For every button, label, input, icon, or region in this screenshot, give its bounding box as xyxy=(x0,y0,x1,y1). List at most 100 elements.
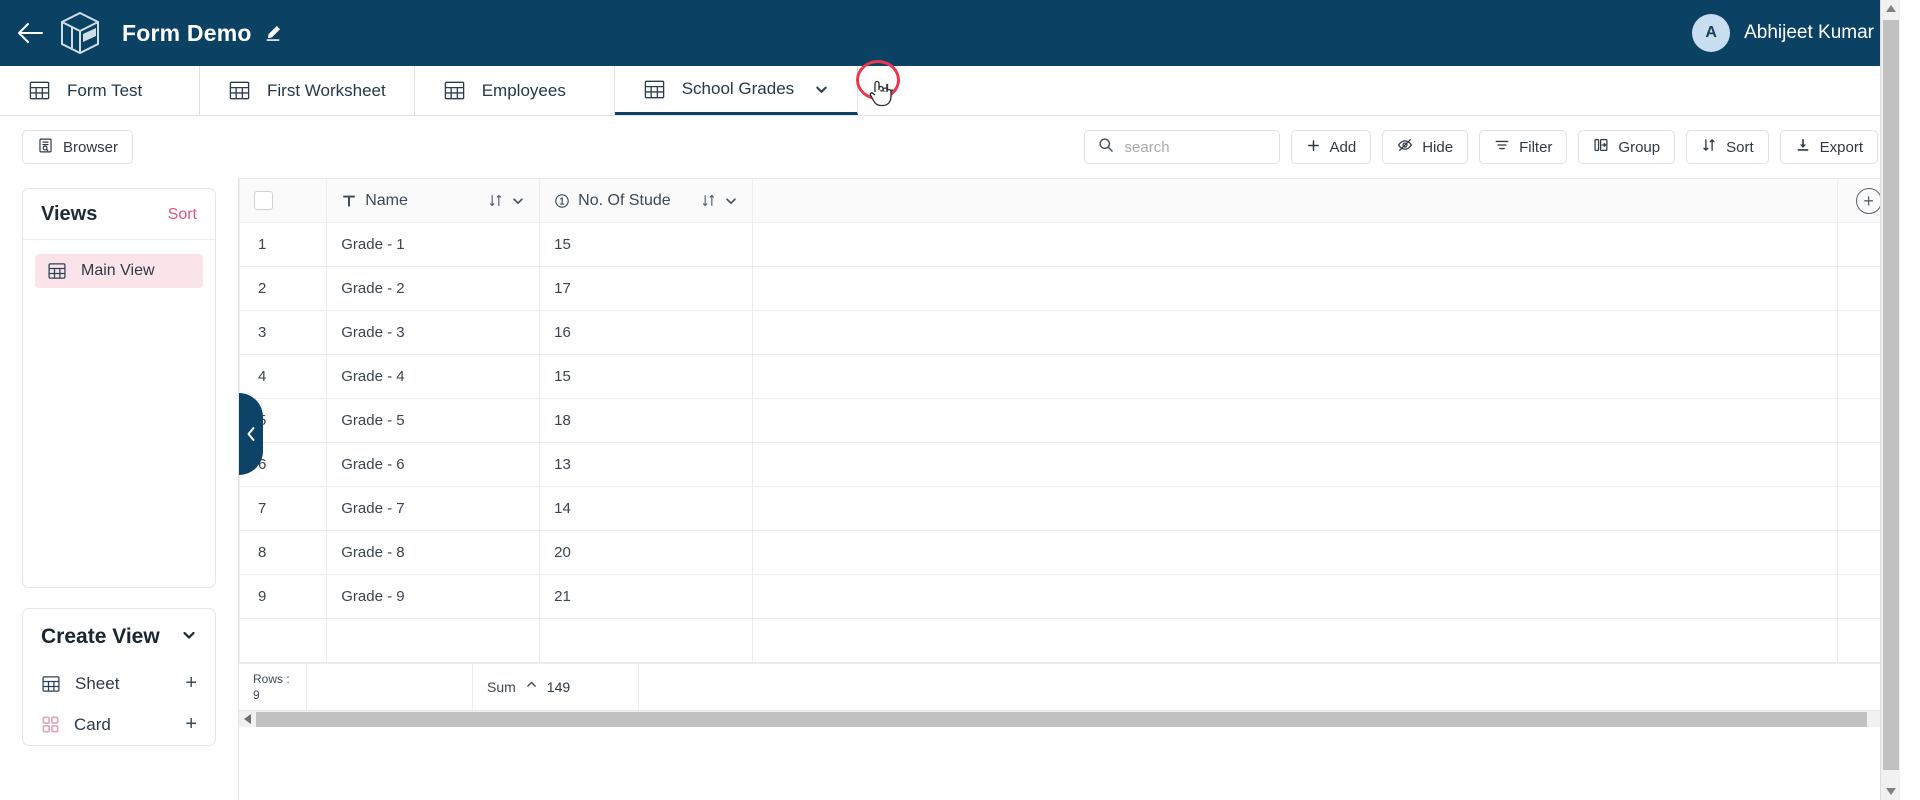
chevron-down-icon[interactable] xyxy=(181,627,197,648)
grid-horizontal-scrollbar[interactable] xyxy=(239,710,1900,727)
chevron-left-icon xyxy=(247,427,255,441)
row-index: 4 xyxy=(238,354,328,399)
summary-name-cell[interactable] xyxy=(307,664,473,710)
cell-blank[interactable] xyxy=(752,222,1839,267)
column-menu-chevron-down-icon[interactable] xyxy=(511,194,525,208)
cell-name[interactable]: Grade - 4 xyxy=(326,354,541,399)
data-grid-table: Name No. Of Stude + 1 Grade - 1 15 2 Gra… xyxy=(238,178,1900,663)
chevron-up-icon[interactable] xyxy=(525,678,538,696)
table-row[interactable]: 4 Grade - 4 15 xyxy=(238,354,1900,399)
cell-blank[interactable] xyxy=(752,354,1839,399)
edit-title-button[interactable] xyxy=(264,24,282,42)
select-all-checkbox[interactable] xyxy=(254,191,273,210)
hide-button[interactable]: Hide xyxy=(1382,130,1469,164)
cell-number[interactable]: 15 xyxy=(539,354,754,399)
sort-updown-icon[interactable] xyxy=(488,193,503,208)
scroll-left-arrow-icon[interactable] xyxy=(239,711,256,728)
vscroll-thumb[interactable] xyxy=(1883,20,1899,770)
cell-blank[interactable] xyxy=(752,574,1839,619)
card-grid-icon xyxy=(41,715,60,734)
column-header-name[interactable]: Name xyxy=(326,178,541,223)
cell-name[interactable]: Grade - 7 xyxy=(326,486,541,531)
add-button[interactable]: Add xyxy=(1290,130,1372,164)
tab-employees[interactable]: Employees xyxy=(414,66,615,115)
hscroll-track[interactable] xyxy=(256,711,1883,728)
tab-menu-chevron-down-icon[interactable] xyxy=(814,82,829,97)
pencil-icon xyxy=(266,25,280,41)
column-menu-chevron-down-icon[interactable] xyxy=(724,194,738,208)
user-menu[interactable]: A Abhijeet Kumar xyxy=(1692,14,1874,52)
search-input[interactable] xyxy=(1124,138,1266,156)
filler-cell xyxy=(238,618,328,663)
views-sort-link[interactable]: Sort xyxy=(168,206,197,224)
cell-number[interactable]: 21 xyxy=(539,574,754,619)
scroll-up-arrow-icon[interactable] xyxy=(1881,0,1900,18)
filter-button[interactable]: Filter xyxy=(1479,130,1568,164)
scroll-down-arrow-icon[interactable] xyxy=(1881,782,1900,800)
add-column-icon[interactable]: + xyxy=(1855,187,1882,214)
cell-number[interactable]: 13 xyxy=(539,442,754,487)
tab-school-grades[interactable]: School Grades xyxy=(614,66,859,115)
hide-button-label: Hide xyxy=(1422,138,1454,156)
tab-first-worksheet[interactable]: First Worksheet xyxy=(200,66,415,115)
sort-button[interactable]: Sort xyxy=(1686,130,1769,164)
cell-number[interactable]: 15 xyxy=(539,222,754,267)
group-button[interactable]: Group xyxy=(1578,130,1676,164)
cell-blank[interactable] xyxy=(752,266,1839,311)
cell-blank[interactable] xyxy=(752,310,1839,355)
cell-blank[interactable] xyxy=(752,442,1839,487)
summary-aggregate-cell[interactable]: Sum 149 xyxy=(473,664,639,710)
hscroll-thumb[interactable] xyxy=(256,711,1867,727)
cell-number[interactable]: 20 xyxy=(539,530,754,575)
cell-blank[interactable] xyxy=(752,530,1839,575)
table-grid-icon xyxy=(228,79,251,102)
table-row[interactable]: 8 Grade - 8 20 xyxy=(238,530,1900,575)
table-row[interactable]: 6 Grade - 6 13 xyxy=(238,442,1900,487)
sort-icon xyxy=(1701,137,1717,157)
browser-button[interactable]: Browser xyxy=(22,130,134,164)
cell-name[interactable]: Grade - 6 xyxy=(326,442,541,487)
table-row[interactable]: 2 Grade - 2 17 xyxy=(238,266,1900,311)
add-worksheet-button[interactable]: + xyxy=(858,66,916,115)
cell-name[interactable]: Grade - 2 xyxy=(326,266,541,311)
tab-form-test[interactable]: Form Test xyxy=(0,66,200,115)
cell-blank[interactable] xyxy=(752,398,1839,443)
cell-number[interactable]: 17 xyxy=(539,266,754,311)
add-card-view-button[interactable]: + xyxy=(185,713,197,736)
cell-name[interactable]: Grade - 1 xyxy=(326,222,541,267)
create-view-header[interactable]: Create View xyxy=(23,609,215,663)
cell-blank[interactable] xyxy=(752,486,1839,531)
search-box[interactable] xyxy=(1083,130,1280,164)
back-button[interactable] xyxy=(10,13,50,53)
page-vertical-scrollbar[interactable] xyxy=(1880,0,1900,800)
cell-name[interactable]: Grade - 5 xyxy=(326,398,541,443)
page-title: Form Demo xyxy=(122,19,252,46)
cell-number[interactable]: 16 xyxy=(539,310,754,355)
column-header-no-of-students[interactable]: No. Of Stude xyxy=(539,178,754,223)
data-grid-area: Name No. Of Stude + 1 Grade - 1 15 2 Gra… xyxy=(238,178,1900,800)
table-row[interactable]: 7 Grade - 7 14 xyxy=(238,486,1900,531)
grid-summary-row: Rows : 9 Sum 149 xyxy=(239,663,1900,710)
table-row[interactable]: 9 Grade - 9 21 xyxy=(238,574,1900,619)
cell-name[interactable]: Grade - 8 xyxy=(326,530,541,575)
create-view-card[interactable]: Card + xyxy=(23,704,215,745)
rows-count-summary: Rows : 9 xyxy=(239,664,307,710)
sidebar-item-main-view[interactable]: Main View xyxy=(35,254,203,288)
workspace-body: Views Sort Main View Create View Sheet +… xyxy=(0,178,1900,800)
row-index: 3 xyxy=(238,310,328,355)
sort-updown-icon[interactable] xyxy=(701,193,716,208)
download-icon xyxy=(1795,137,1811,157)
tab-label: Employees xyxy=(481,80,566,100)
cell-name[interactable]: Grade - 3 xyxy=(326,310,541,355)
sidebar-collapse-handle[interactable] xyxy=(239,393,263,475)
cell-number[interactable]: 18 xyxy=(539,398,754,443)
add-sheet-view-button[interactable]: + xyxy=(185,672,197,695)
table-row[interactable]: 5 Grade - 5 18 xyxy=(238,398,1900,443)
create-view-sheet[interactable]: Sheet + xyxy=(23,663,215,704)
table-row[interactable]: 1 Grade - 1 15 xyxy=(238,222,1900,267)
cell-number[interactable]: 14 xyxy=(539,486,754,531)
export-button[interactable]: Export xyxy=(1779,130,1878,164)
table-row[interactable]: 3 Grade - 3 16 xyxy=(238,310,1900,355)
cell-name[interactable]: Grade - 9 xyxy=(326,574,541,619)
filler-cell xyxy=(326,618,541,663)
